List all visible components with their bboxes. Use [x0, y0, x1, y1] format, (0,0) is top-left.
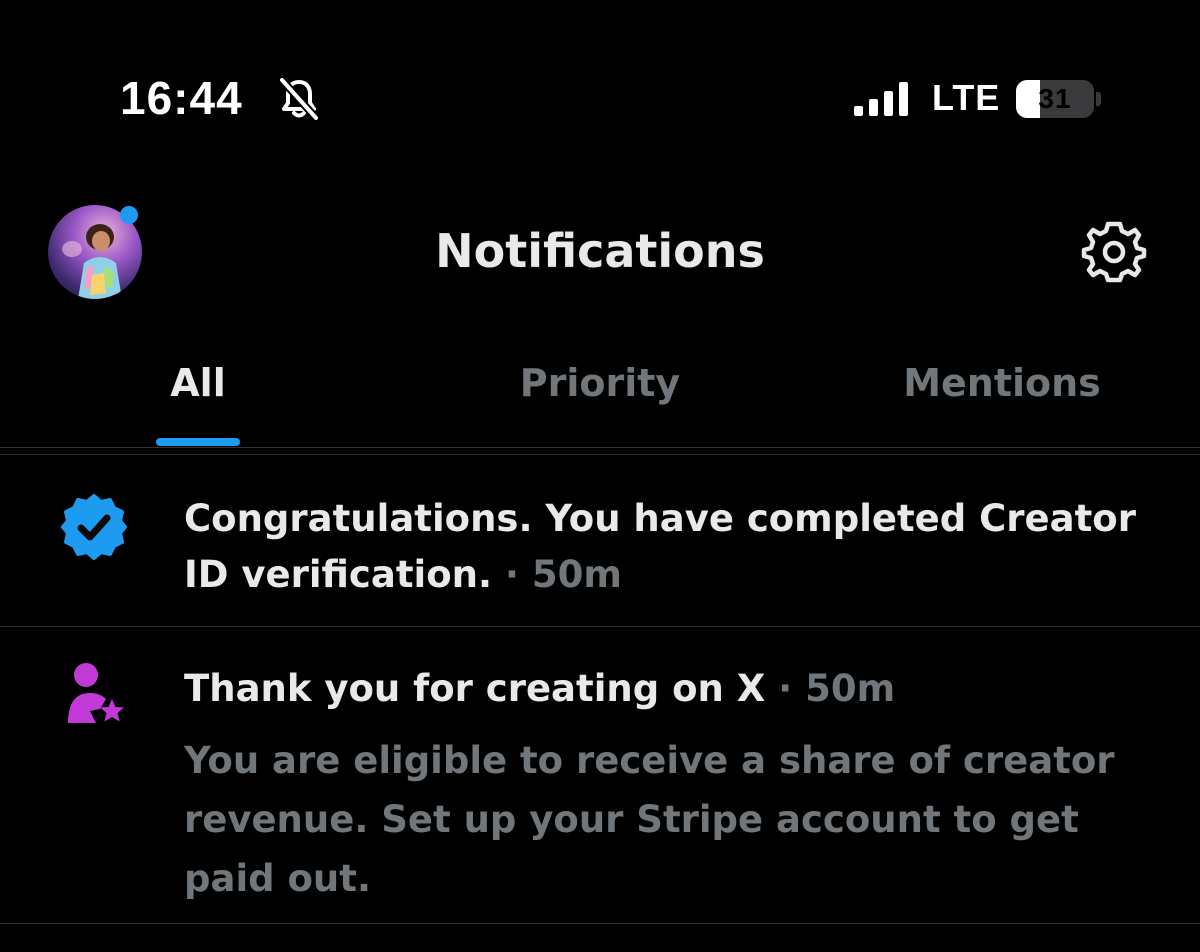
notification-time: · 50m [492, 553, 622, 596]
notification-text: Congratulations. You have completed Crea… [184, 491, 1140, 603]
creator-person-star-icon [68, 663, 124, 723]
notification-title: Thank you for creating on X · 50m [184, 661, 1140, 717]
page-title: Notifications [435, 224, 765, 278]
battery-indicator: 31 [1016, 80, 1094, 118]
battery-cap [1096, 92, 1101, 106]
notification-time: · 50m [765, 667, 896, 710]
status-bar: 16:44 LTE 31 [0, 0, 1200, 190]
verified-badge-icon [61, 494, 127, 560]
notification-body: You are eligible to receive a share of c… [184, 739, 1115, 900]
tabs-divider [0, 447, 1200, 448]
status-time: 16:44 [120, 72, 243, 124]
tab-priority[interactable]: Priority [480, 358, 720, 408]
notification-message: Congratulations. You have completed Crea… [184, 497, 1136, 596]
battery-level: 31 [1038, 83, 1072, 114]
bell-slash-icon [278, 76, 320, 122]
notification-message: Thank you for creating on X [184, 667, 766, 710]
gear-icon[interactable] [1080, 218, 1148, 286]
notification-time-value: 50m [531, 553, 622, 596]
notification-divider [0, 923, 1200, 924]
notification-tabs: All Priority Mentions [0, 340, 1200, 448]
tab-all[interactable]: All [148, 358, 248, 408]
active-tab-indicator [156, 438, 240, 446]
cellular-signal-icon [854, 82, 908, 116]
notification-time-value: 50m [805, 667, 896, 710]
notification-item[interactable]: Congratulations. You have completed Crea… [0, 455, 1200, 626]
notification-item[interactable]: Thank you for creating on X · 50m You ar… [0, 627, 1200, 923]
tab-mentions[interactable]: Mentions [880, 358, 1124, 408]
network-type: LTE [932, 77, 1001, 118]
